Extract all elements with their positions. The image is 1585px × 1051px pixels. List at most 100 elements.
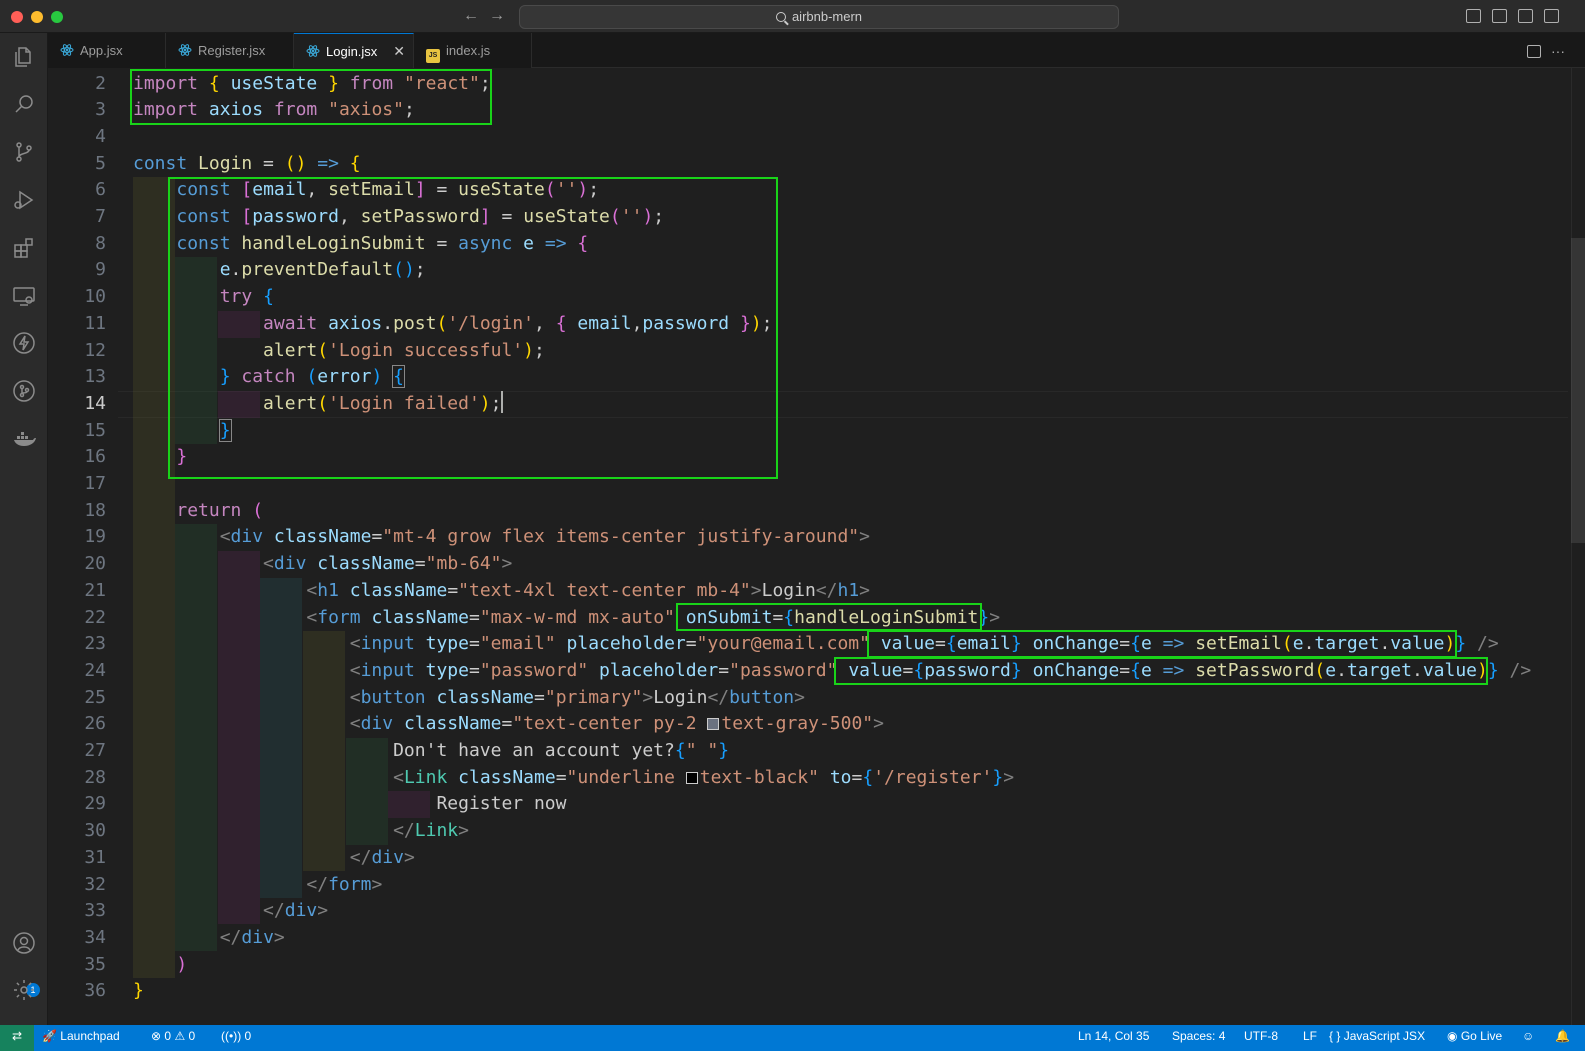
launchpad-button[interactable]: 🚀 Launchpad xyxy=(42,1025,120,1047)
react-icon xyxy=(60,44,74,56)
toggle-primary-sidebar-icon[interactable] xyxy=(1466,9,1481,23)
highlight-box-imports xyxy=(130,69,492,125)
line-number: 5 xyxy=(95,152,106,174)
search-icon[interactable] xyxy=(12,92,36,116)
more-actions-icon[interactable]: ··· xyxy=(1551,43,1565,59)
line-number: 27 xyxy=(84,740,106,761)
code-line: <div className="mt-4 grow flex items-cen… xyxy=(219,526,870,548)
line-number: 4 xyxy=(95,125,106,147)
line-number: 20 xyxy=(84,553,106,575)
line-number: 15 xyxy=(84,419,106,441)
code-line: Register now xyxy=(436,793,567,815)
encoding-setting[interactable]: UTF-8 xyxy=(1244,1025,1278,1047)
toggle-panel-icon[interactable] xyxy=(1492,9,1507,23)
minimize-window-button[interactable] xyxy=(31,11,43,23)
line-number: 36 xyxy=(84,980,106,1002)
customize-layout-icon[interactable] xyxy=(1544,9,1559,23)
close-window-button[interactable] xyxy=(11,11,23,23)
search-icon xyxy=(775,12,786,22)
command-center-search[interactable]: airbnb-mern xyxy=(519,5,1119,29)
notifications-bell-icon[interactable]: 🔔 xyxy=(1555,1025,1570,1047)
code-line: const Login = () => { xyxy=(133,152,361,174)
color-swatch[interactable] xyxy=(707,718,720,731)
line-number: 31 xyxy=(84,846,106,868)
problems-indicator[interactable]: ⊗ 0 ⚠ 0 xyxy=(151,1025,195,1047)
code-line: } xyxy=(133,980,144,1002)
extensions-icon[interactable] xyxy=(12,236,36,260)
remote-explorer-icon[interactable] xyxy=(12,284,36,308)
code-line: </div> xyxy=(349,846,415,868)
code-line: <div className="mb-64"> xyxy=(263,553,513,575)
line-number: 29 xyxy=(84,793,106,815)
remote-icon[interactable]: ⇄ xyxy=(0,1025,34,1051)
docker-icon[interactable] xyxy=(12,427,36,451)
title-bar: ← → airbnb-mern xyxy=(0,0,1585,33)
code-line: <div className="text-center py-2 text-gr… xyxy=(349,713,884,735)
feedback-icon[interactable]: ☺ xyxy=(1522,1025,1534,1047)
line-number: 6 xyxy=(95,179,106,201)
ports-indicator[interactable]: ((•)) 0 xyxy=(221,1025,251,1047)
highlight-box-onsubmit xyxy=(676,603,982,631)
cursor-position[interactable]: Ln 14, Col 35 xyxy=(1078,1025,1149,1047)
react-icon xyxy=(306,45,320,57)
color-swatch[interactable] xyxy=(685,771,698,784)
line-number: 33 xyxy=(84,900,106,922)
run-debug-icon[interactable] xyxy=(12,188,36,212)
scrollbar-thumb[interactable] xyxy=(1571,238,1585,543)
code-line: </Link> xyxy=(393,820,469,842)
code-line: Don't have an account yet?{" "} xyxy=(393,740,730,761)
window-title: airbnb-mern xyxy=(791,9,863,24)
split-editor-icon[interactable] xyxy=(1527,45,1541,58)
braces-icon: { } xyxy=(1329,1029,1341,1043)
antenna-icon: ◉ xyxy=(1447,1029,1458,1043)
tab-login-jsx[interactable]: Login.jsx ✕ xyxy=(294,33,414,68)
eol-setting[interactable]: LF xyxy=(1303,1025,1317,1047)
files-icon[interactable] xyxy=(12,45,36,69)
back-arrow-icon[interactable]: ← xyxy=(462,6,480,26)
tab-index-js[interactable]: JS index.js xyxy=(414,33,532,68)
line-number: 12 xyxy=(84,339,106,361)
line-number: 25 xyxy=(84,686,106,708)
line-number: 7 xyxy=(95,206,106,227)
code-editor[interactable]: 2 3 4 5 6 7 8 9 10 11 12 13 14 15 16 17 … xyxy=(48,68,1585,1025)
thunder-client-icon[interactable] xyxy=(12,331,36,355)
line-number: 10 xyxy=(84,286,106,308)
settings-icon[interactable] xyxy=(12,978,36,1002)
line-number: 16 xyxy=(84,446,106,468)
line-number: 18 xyxy=(84,499,106,521)
vertical-scrollbar[interactable] xyxy=(1571,68,1585,1025)
line-number: 24 xyxy=(84,659,106,681)
tab-label: Register.jsx xyxy=(198,43,266,58)
account-icon[interactable] xyxy=(12,931,36,955)
line-number: 34 xyxy=(84,926,106,948)
react-icon xyxy=(178,44,192,56)
line-number: 35 xyxy=(84,953,106,975)
go-live-button[interactable]: ◉ Go Live xyxy=(1447,1025,1502,1047)
maximize-window-button[interactable] xyxy=(51,11,63,23)
toggle-secondary-sidebar-icon[interactable] xyxy=(1518,9,1533,23)
line-number: 26 xyxy=(84,713,106,735)
code-line: <Link className="underline text-black" t… xyxy=(393,766,1015,788)
highlight-box-email-binding xyxy=(867,630,1457,658)
indentation-setting[interactable]: Spaces: 4 xyxy=(1172,1025,1225,1047)
line-number: 2 xyxy=(95,72,106,94)
source-control-icon[interactable] xyxy=(12,140,36,164)
line-number: 8 xyxy=(95,232,106,254)
highlight-box-password-binding xyxy=(834,657,1488,685)
language-mode[interactable]: { } JavaScript JSX xyxy=(1329,1025,1425,1047)
line-number: 22 xyxy=(84,606,106,628)
line-number: 9 xyxy=(95,259,106,281)
code-line: </div> xyxy=(219,926,285,948)
git-graph-icon[interactable] xyxy=(12,379,36,403)
line-number: 3 xyxy=(95,99,106,121)
tab-register-jsx[interactable]: Register.jsx xyxy=(166,33,294,68)
code-line: return ( xyxy=(176,499,264,521)
forward-arrow-icon[interactable]: → xyxy=(488,6,506,26)
editor-tab-bar: App.jsx Register.jsx Login.jsx ✕ JS index… xyxy=(48,33,1585,68)
line-number: 21 xyxy=(84,579,106,601)
line-number: 23 xyxy=(84,633,106,655)
close-tab-icon[interactable]: ✕ xyxy=(393,34,405,69)
tab-app-jsx[interactable]: App.jsx xyxy=(48,33,166,68)
line-number: 11 xyxy=(84,312,106,334)
line-number: 14 xyxy=(84,392,106,414)
